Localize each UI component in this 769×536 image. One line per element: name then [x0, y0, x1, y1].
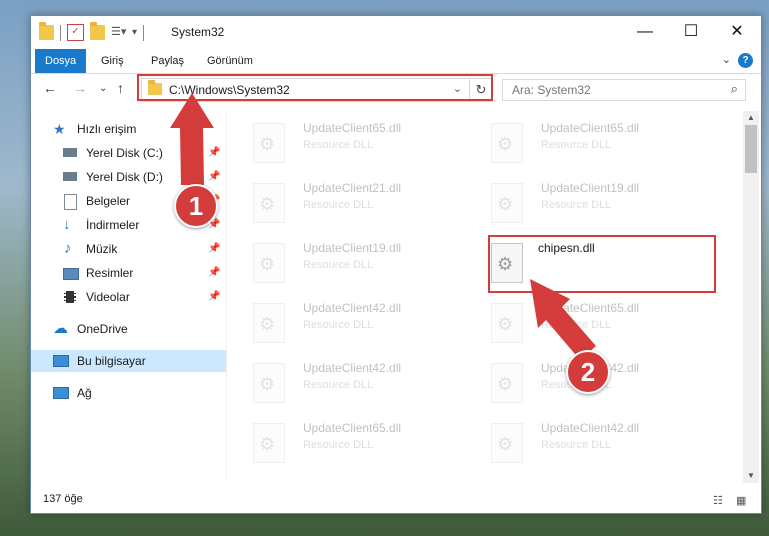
- arrow-to-address-bar: [170, 93, 214, 185]
- step-badge-2: 2: [566, 350, 610, 394]
- arrow-to-file: [530, 279, 596, 360]
- annotation-arrows: [170, 93, 596, 360]
- step-badge-1: 1: [174, 184, 218, 228]
